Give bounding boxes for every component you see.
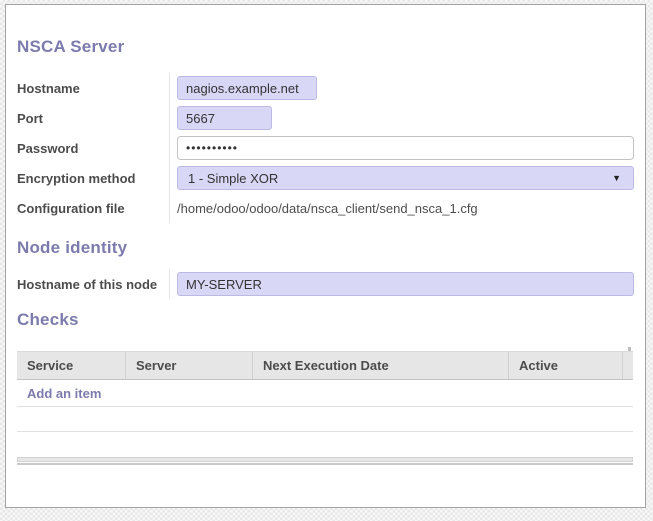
column-header-server[interactable]: Server bbox=[126, 352, 253, 379]
table-row-empty-1 bbox=[17, 407, 633, 432]
form-row-port: Port bbox=[17, 103, 634, 133]
port-input[interactable] bbox=[177, 106, 272, 130]
column-header-service[interactable]: Service bbox=[17, 352, 126, 379]
checks-list-view: Service Server Next Execution Date Activ… bbox=[17, 351, 633, 465]
page-background: NSCA Server Hostname Port Password bbox=[0, 0, 653, 521]
column-header-active[interactable]: Active bbox=[509, 352, 623, 379]
section-title-node-identity: Node identity bbox=[17, 238, 634, 258]
chevron-down-icon: ▼ bbox=[612, 173, 623, 183]
column-header-spacer bbox=[623, 352, 633, 379]
form-row-hostname: Hostname bbox=[17, 73, 634, 103]
nsca-server-form: Hostname Port Password bbox=[17, 73, 634, 223]
form-row-password: Password bbox=[17, 133, 634, 163]
hostname-input[interactable] bbox=[177, 76, 317, 100]
form-row-node-hostname: Hostname of this node bbox=[17, 269, 634, 299]
checks-table-header: Service Server Next Execution Date Activ… bbox=[17, 351, 633, 380]
form-panel: NSCA Server Hostname Port Password bbox=[5, 4, 646, 508]
node-identity-form: Hostname of this node bbox=[17, 269, 634, 299]
encryption-method-label: Encryption method bbox=[17, 163, 170, 193]
password-label: Password bbox=[17, 133, 170, 163]
add-an-item-link[interactable]: Add an item bbox=[27, 386, 101, 401]
node-hostname-input[interactable] bbox=[177, 272, 634, 296]
configuration-file-value: /home/odoo/odoo/data/nsca_client/send_ns… bbox=[177, 201, 478, 216]
encryption-method-select[interactable]: 1 - Simple XOR ▼ bbox=[177, 166, 634, 190]
scrollbar-track[interactable] bbox=[17, 457, 633, 462]
form-row-config-file: Configuration file /home/odoo/odoo/data/… bbox=[17, 193, 634, 223]
column-header-next-execution-date[interactable]: Next Execution Date bbox=[253, 352, 509, 379]
configuration-file-label: Configuration file bbox=[17, 193, 170, 223]
encryption-method-value: 1 - Simple XOR bbox=[188, 171, 278, 186]
port-label: Port bbox=[17, 103, 170, 133]
node-hostname-label: Hostname of this node bbox=[17, 269, 170, 299]
table-row-empty-2 bbox=[17, 432, 633, 456]
scrollbar-thumb[interactable] bbox=[17, 463, 633, 465]
section-title-checks: Checks bbox=[17, 310, 634, 330]
table-row-add: Add an item bbox=[17, 380, 633, 407]
password-input[interactable] bbox=[177, 136, 634, 160]
scrollbar-corner-mark bbox=[628, 347, 631, 351]
horizontal-scrollbar[interactable] bbox=[17, 457, 633, 465]
form-row-encryption: Encryption method 1 - Simple XOR ▼ bbox=[17, 163, 634, 193]
section-title-nsca-server: NSCA Server bbox=[17, 37, 634, 57]
hostname-label: Hostname bbox=[17, 73, 170, 103]
